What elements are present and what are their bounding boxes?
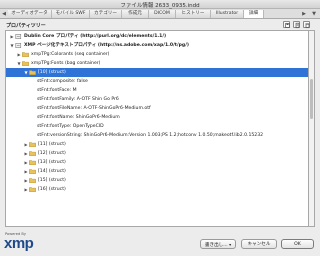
tab-advanced[interactable]: 詳細	[244, 10, 264, 18]
property-tree-title: プロパティツリー	[6, 23, 46, 29]
folder-icon	[29, 178, 36, 183]
tree-row[interactable]: stFnt:fontFileName: A-OTF-ShinGoPr6-Medi…	[6, 104, 308, 113]
tab-illustrator[interactable]: Illustrator	[211, 10, 244, 18]
window-title: ファイル情報 2633_0935.indd	[120, 3, 200, 9]
tab-history[interactable]: ヒストリー	[176, 10, 211, 18]
tab-scroll-left-icon[interactable]: ◀	[0, 10, 8, 18]
folder-icon	[29, 142, 36, 147]
tab-bar: ◀ オーディオデータ モバイル SWF カテゴリー 作成元 DICOM ヒストリ…	[0, 9, 320, 19]
export-button[interactable]: 書き出し... ▾	[200, 239, 236, 249]
folder-icon	[29, 169, 36, 174]
tree-row-label: stFnt:fontFamily: A-OTF Shin Go Pr6	[37, 97, 119, 102]
tree-row-label: stFnt:fontType: OpenTypeCID	[37, 124, 104, 129]
tree-row-label: [16] (struct)	[38, 187, 66, 192]
tree-row[interactable]: stFnt:fontFace: M	[6, 86, 308, 95]
export-button-label: 書き出し...	[204, 243, 228, 248]
tree-row[interactable]: ▶ [14] (struct)	[6, 167, 308, 176]
tree-row[interactable]: stFnt:fontName: ShinGoPr6-Medium	[6, 113, 308, 122]
tree-row-label: xmpTPg:Colorants (seq container)	[31, 52, 110, 57]
tab-dicom[interactable]: DICOM	[149, 10, 176, 18]
folder-icon	[22, 61, 29, 66]
tree-row[interactable]: stFnt:composite: false	[6, 77, 308, 86]
tree-row-label: stFnt:fontFace: M	[37, 88, 77, 93]
tree-row-label: [15] (struct)	[38, 178, 66, 183]
chevron-down-icon: ▾	[229, 242, 232, 247]
title-bar: ファイル情報 2633_0935.indd	[0, 0, 320, 9]
tree-row-label: [11] (struct)	[38, 142, 66, 147]
tree-row-label: stFnt:versionString: ShinGoPr6-Medium:Ve…	[37, 133, 264, 138]
tree-row-label: XMP ページ化テキストプロパティ (http://ns.adobe.com/x…	[24, 43, 189, 48]
tab-menu-icon[interactable]: ▼	[310, 10, 318, 18]
tree-scrollbar[interactable]	[309, 30, 315, 227]
folder-icon	[29, 151, 36, 156]
tree-row-label: [12] (struct)	[38, 151, 66, 156]
ok-button[interactable]: OK	[281, 239, 314, 249]
tree-row-label: [14] (struct)	[38, 169, 66, 174]
tree-row[interactable]: ▶ [15] (struct)	[6, 176, 308, 185]
tree-row-label: [10] (struct)	[38, 70, 66, 75]
tab-mobile-swf[interactable]: モバイル SWF	[52, 10, 90, 18]
document-icon	[295, 22, 300, 29]
delete-button[interactable]	[303, 21, 310, 29]
folder-icon	[29, 160, 36, 165]
tree-row[interactable]: ▼ xmpTPg:Fonts (bag container)	[6, 59, 308, 68]
tree-row[interactable]: stFnt:fontType: OpenTypeCID	[6, 122, 308, 131]
tree-row-label: Dublin Core プロパティ (http://purl.org/dc/el…	[24, 34, 167, 39]
tree-row[interactable]: ▶ [16] (struct)	[6, 185, 308, 194]
tab-audio-data[interactable]: オーディオデータ	[8, 10, 52, 18]
tree-row-label: [13] (struct)	[38, 160, 66, 165]
tree-row[interactable]: ▶ xmpTPg:Colorants (seq container)	[6, 50, 308, 59]
tree-row[interactable]: stFnt:versionString: ShinGoPr6-Medium:Ve…	[6, 131, 308, 140]
tab-category[interactable]: カテゴリー	[90, 10, 122, 18]
save-icon	[285, 23, 290, 28]
xmp-logo: xmp	[4, 235, 34, 252]
import-button[interactable]	[293, 21, 300, 29]
tree-row-label: stFnt:fontName: ShinGoPr6-Medium	[37, 115, 120, 120]
tree-row-label: stFnt:fontFileName: A-OTF-ShinGoPr6-Medi…	[37, 106, 151, 111]
tree-row[interactable]: stFnt:fontFamily: A-OTF Shin Go Pr6	[6, 95, 308, 104]
scrollbar-thumb[interactable]	[310, 79, 313, 119]
property-tree[interactable]: ▶ Dublin Core プロパティ (http://purl.org/dc/e…	[5, 30, 309, 227]
save-template-button[interactable]	[283, 21, 290, 28]
namespace-icon	[15, 43, 22, 48]
tree-row[interactable]: ▼ XMP ページ化テキストプロパティ (http://ns.adobe.com/…	[6, 41, 308, 50]
tree-row[interactable]: ▶ Dublin Core プロパティ (http://purl.org/dc/e…	[6, 32, 308, 41]
tree-row[interactable]: ▶ [12] (struct)	[6, 149, 308, 158]
tree-row[interactable]: ▼ [10] (struct)	[6, 68, 308, 77]
cancel-button[interactable]: キャンセル	[241, 239, 277, 249]
tree-row[interactable]: ▶ [11] (struct)	[6, 140, 308, 149]
tree-row-label: stFnt:composite: false	[37, 79, 88, 84]
namespace-icon	[15, 34, 22, 39]
tree-row[interactable]: ▶ [13] (struct)	[6, 158, 308, 167]
folder-icon	[29, 187, 36, 192]
tab-origin[interactable]: 作成元	[122, 10, 149, 18]
tab-scroll-right-icon[interactable]: ▶	[300, 10, 308, 18]
folder-icon	[22, 52, 29, 57]
folder-icon	[29, 70, 36, 75]
trash-icon	[305, 23, 310, 29]
tree-row-label: xmpTPg:Fonts (bag container)	[31, 61, 101, 66]
